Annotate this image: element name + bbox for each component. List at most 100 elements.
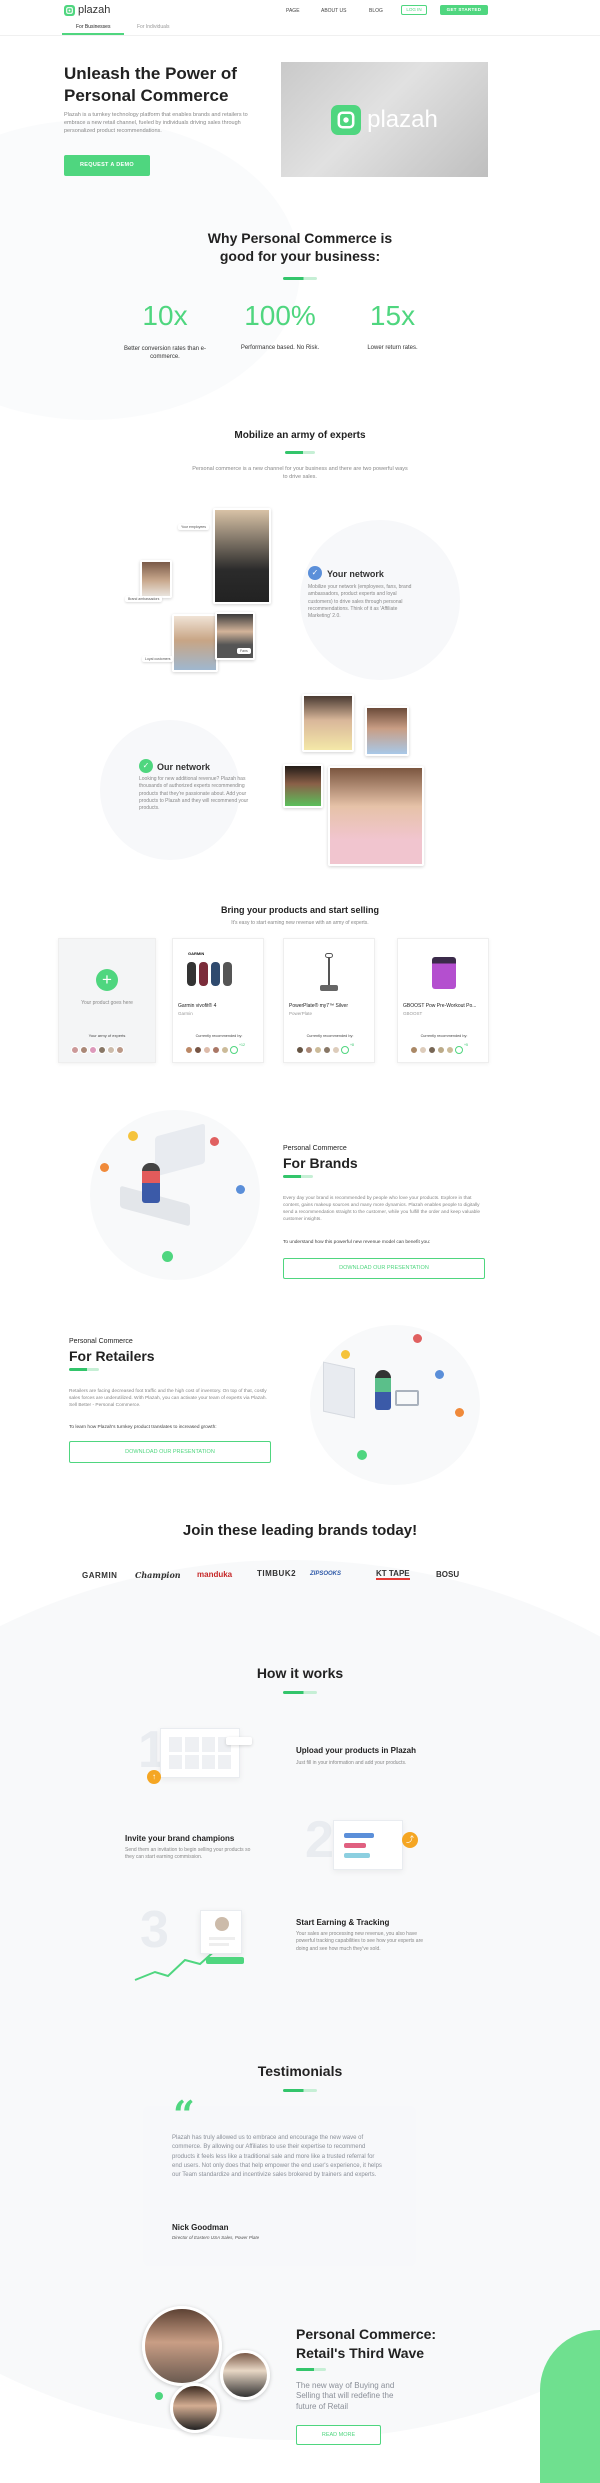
bubble-icon bbox=[128, 1131, 138, 1141]
testimonial-role: Director of Eastern USA Sales, Power Pla… bbox=[172, 2235, 260, 2240]
top-nav: plazah PAGE ABOUT US BLOG LOG IN GET STA… bbox=[0, 0, 600, 36]
bubble-icon bbox=[455, 1408, 464, 1417]
mobilize-subtitle: Personal commerce is a new channel for y… bbox=[192, 466, 408, 480]
stat-2-value: 100% bbox=[244, 300, 316, 331]
chip-employees: Your employees bbox=[178, 524, 209, 530]
bubble-icon bbox=[341, 1350, 350, 1359]
tab-for-individuals[interactable]: For Individuals bbox=[137, 24, 170, 30]
brands-text: Every day your brand is recommended by p… bbox=[283, 1196, 481, 1222]
recommender-more: +5 bbox=[464, 1042, 468, 1047]
recommender-avatars bbox=[185, 1041, 239, 1059]
step-1-illustration bbox=[160, 1728, 240, 1778]
bubble-icon bbox=[357, 1450, 367, 1460]
step-1-badge bbox=[226, 1737, 252, 1745]
hero-title-2: Personal Commerce bbox=[64, 86, 229, 105]
step-1-title: Upload your products in Plazah bbox=[296, 1746, 417, 1755]
nav-link-about[interactable]: ABOUT US bbox=[321, 8, 346, 14]
stat-3-label: Lower return rates. bbox=[367, 345, 418, 351]
mobilize-title: Mobilize an army of experts bbox=[234, 430, 366, 441]
step-3-card bbox=[200, 1910, 242, 1954]
your-network-text: Mobilize your network (employees, fans, … bbox=[308, 584, 412, 619]
placeholder-label: Your product goes here bbox=[81, 1000, 133, 1006]
get-started-button[interactable]: GET STARTED bbox=[440, 5, 488, 15]
section-divider bbox=[69, 1368, 99, 1371]
cart-shape bbox=[395, 1390, 419, 1406]
upload-icon: ↑ bbox=[147, 1770, 161, 1784]
stat-2-label: Performance based. No Risk. bbox=[240, 345, 320, 351]
recommender-more: +8 bbox=[350, 1042, 354, 1047]
recommended-label: Currently recommended by: bbox=[306, 1034, 354, 1038]
step-2-illustration bbox=[333, 1820, 403, 1870]
hero-image: plazah bbox=[281, 62, 488, 177]
runner-figure bbox=[142, 1163, 160, 1203]
bubble-icon bbox=[435, 1370, 444, 1379]
avatar bbox=[142, 2306, 222, 2386]
brand-logo-bosu: BOSU bbox=[436, 1570, 460, 1579]
quote-icon: “ bbox=[173, 2092, 195, 2137]
avatar bbox=[220, 2350, 270, 2400]
request-demo-button[interactable]: REQUEST A DEMO bbox=[64, 155, 150, 176]
bubble-icon bbox=[155, 2392, 163, 2400]
product-name: GBOOST Pow Pre-Workout Po... bbox=[403, 1003, 477, 1009]
shopper-figure bbox=[375, 1370, 391, 1410]
photo-man-smiling bbox=[365, 706, 409, 756]
nav-link-page[interactable]: PAGE bbox=[286, 8, 300, 14]
tab-for-businesses[interactable]: For Businesses bbox=[76, 24, 110, 30]
section-divider bbox=[296, 2368, 326, 2371]
bg-blob bbox=[0, 120, 300, 420]
testimonial-quote: Plazah has truly allowed us to embrace a… bbox=[172, 2135, 382, 2179]
product-brand: PowerPlate bbox=[289, 1011, 313, 1016]
read-more-button[interactable]: READ MORE bbox=[296, 2425, 381, 2445]
step-1-text: Just fill in your information and add yo… bbox=[296, 1760, 407, 1766]
bubble-icon bbox=[236, 1185, 245, 1194]
testimonial-name: Nick Goodman bbox=[172, 2223, 229, 2232]
section-divider bbox=[283, 2089, 317, 2092]
retailers-illustration bbox=[315, 1330, 475, 1470]
recommender-avatars bbox=[410, 1041, 464, 1059]
add-product-icon[interactable]: + bbox=[96, 969, 118, 991]
step-2-number: 2 bbox=[305, 1811, 334, 1869]
stat-1-label: Better conversion rates than e-commerce. bbox=[123, 346, 207, 361]
step-3-badge bbox=[206, 1957, 244, 1964]
logo-text: plazah bbox=[78, 4, 111, 16]
chip-fans: Fans bbox=[237, 648, 251, 654]
section-divider bbox=[285, 451, 315, 454]
retail-wave-title-2: Retail's Third Wave bbox=[296, 2345, 425, 2361]
bubble-icon bbox=[100, 1163, 109, 1172]
logo[interactable]: plazah bbox=[64, 3, 110, 17]
brand-logo-manduka: manduka bbox=[197, 1570, 233, 1579]
product-card[interactable]: GBOOST Pow Pre-Workout Po... GBOOST Curr… bbox=[397, 938, 489, 1063]
hero-description: Plazah is a turnkey technology platform … bbox=[64, 112, 248, 134]
brands-kicker: Personal Commerce bbox=[283, 1145, 347, 1152]
bring-subtitle: It's easy to start earning new revenue w… bbox=[231, 920, 369, 926]
bubble-icon bbox=[210, 1137, 219, 1146]
tab-active-underline bbox=[62, 33, 124, 35]
product-image-vibration-plate bbox=[320, 953, 338, 993]
brands-link-text: To understand how this powerful new reve… bbox=[283, 1240, 431, 1245]
photo-women-shopping bbox=[172, 614, 218, 672]
product-brand-tag: GARMIN bbox=[188, 951, 205, 956]
login-button[interactable]: LOG IN bbox=[401, 5, 427, 15]
product-card[interactable]: PowerPlate® my7™ Silver PowerPlate Curre… bbox=[283, 938, 375, 1063]
brands-download-button[interactable]: DOWNLOAD OUR PRESENTATION bbox=[283, 1258, 485, 1279]
brand-logo-kt-tape: KT TAPE bbox=[376, 1569, 410, 1580]
chip-customers: Loyal customers bbox=[142, 656, 174, 662]
retailers-download-button[interactable]: DOWNLOAD OUR PRESENTATION bbox=[69, 1441, 271, 1463]
photo-woman-smiling bbox=[302, 694, 354, 752]
placeholder-experts-label: Your army of experts bbox=[88, 1033, 126, 1038]
chip-ambassadors: Brand ambassadors bbox=[125, 596, 163, 602]
photo-woman-laptop bbox=[140, 560, 172, 598]
section-divider bbox=[283, 1691, 317, 1694]
why-title-1: Why Personal Commerce is bbox=[207, 230, 393, 246]
brand-logo-champion: Champion bbox=[135, 1570, 181, 1580]
bubble-icon bbox=[413, 1334, 422, 1343]
product-card[interactable]: GARMIN Garmin vivofit® 4 Garmin Currentl… bbox=[172, 938, 264, 1063]
photo-woman-black-dress bbox=[213, 508, 271, 604]
retailers-link-text: To learn how Plazah's turnkey product tr… bbox=[69, 1425, 217, 1430]
bubble-icon bbox=[162, 1251, 173, 1262]
avatar bbox=[170, 2383, 220, 2433]
stat-3-value: 15x bbox=[369, 300, 416, 331]
product-placeholder-card[interactable]: + Your product goes here Your army of ex… bbox=[58, 938, 156, 1063]
brand-logo-timbuk2: TIMBUK2 bbox=[257, 1569, 297, 1578]
nav-link-blog[interactable]: BLOG bbox=[369, 8, 383, 14]
